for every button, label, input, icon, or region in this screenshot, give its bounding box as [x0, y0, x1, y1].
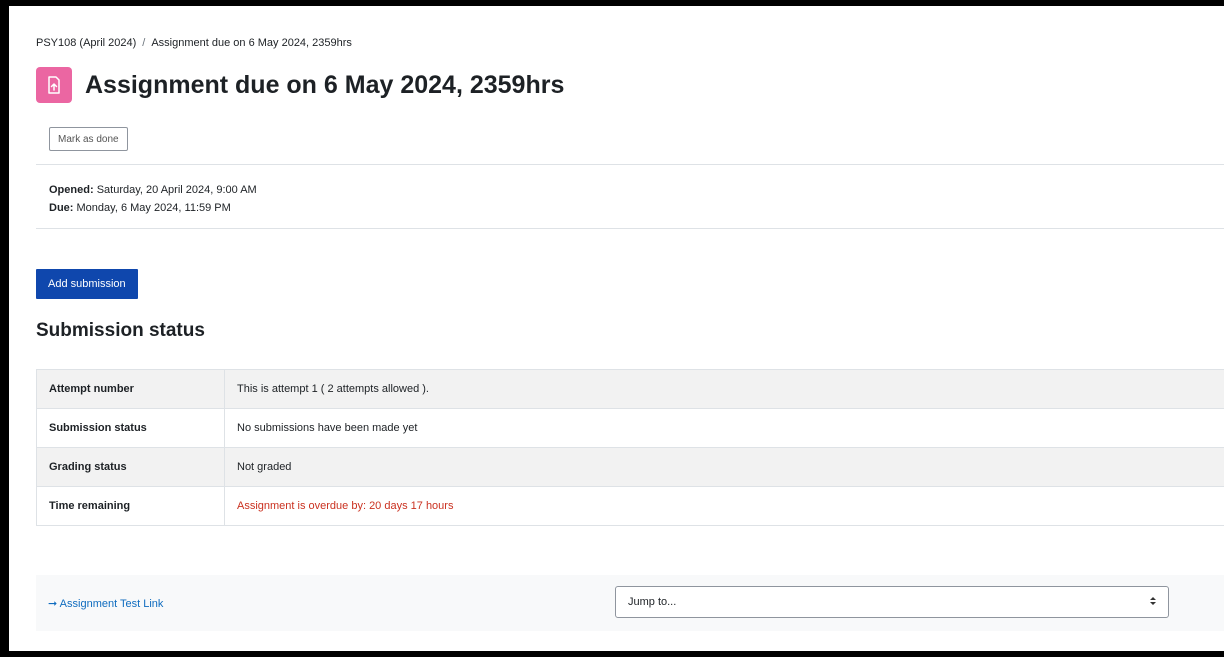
due-date: Due: Monday, 6 May 2024, 11:59 PM	[49, 199, 257, 217]
assignment-upload-icon	[36, 67, 72, 103]
row-key: Grading status	[36, 447, 225, 487]
select-chevron-icon	[1150, 596, 1156, 608]
main-content: PSY108 (April 2024) / Assignment due on 6 …	[36, 6, 1224, 651]
due-value: Monday, 6 May 2024, 11:59 PM	[76, 202, 231, 214]
breadcrumb-separator: /	[142, 37, 146, 49]
submission-status-table: Attempt number This is attempt 1 ( 2 att…	[36, 369, 1224, 526]
overdue-value: Assignment is overdue by: 20 days 17 hou…	[224, 486, 1224, 526]
opened-value: Saturday, 20 April 2024, 9:00 AM	[96, 184, 257, 196]
row-value: No submissions have been made yet	[224, 408, 1224, 448]
row-key: Time remaining	[36, 486, 225, 526]
previous-activity-link[interactable]: ➞ Assignment Test Link	[48, 597, 163, 610]
divider	[36, 228, 1224, 229]
table-row: Grading status Not graded	[36, 447, 1224, 487]
arrow-right-icon: ➞	[48, 598, 58, 610]
page-header: Assignment due on 6 May 2024, 2359hrs	[36, 64, 564, 106]
jump-to-value: Jump to...	[628, 596, 677, 608]
breadcrumb: PSY108 (April 2024) / Assignment due on 6 …	[36, 37, 352, 49]
previous-activity-label: Assignment Test Link	[59, 598, 164, 610]
due-label: Due:	[49, 202, 74, 214]
table-row: Submission status No submissions have be…	[36, 408, 1224, 448]
jump-to-select[interactable]: Jump to...	[615, 586, 1169, 618]
row-key: Submission status	[36, 408, 225, 448]
table-row: Time remaining Assignment is overdue by:…	[36, 486, 1224, 526]
row-key: Attempt number	[36, 369, 225, 409]
divider	[36, 164, 1224, 165]
submission-status-heading: Submission status	[36, 320, 205, 341]
page-title: Assignment due on 6 May 2024, 2359hrs	[85, 70, 565, 99]
opened-label: Opened:	[49, 184, 94, 196]
table-row: Attempt number This is attempt 1 ( 2 att…	[36, 369, 1224, 409]
add-submission-button[interactable]: Add submission	[36, 269, 138, 299]
page-frame: PSY108 (April 2024) / Assignment due on 6 …	[9, 6, 1224, 651]
row-value: This is attempt 1 ( 2 attempts allowed )…	[224, 369, 1224, 409]
mark-as-done-button[interactable]: Mark as done	[49, 127, 128, 151]
breadcrumb-current[interactable]: Assignment due on 6 May 2024, 2359hrs	[151, 37, 352, 49]
opened-date: Opened: Saturday, 20 April 2024, 9:00 AM	[49, 181, 257, 199]
row-value: Not graded	[224, 447, 1224, 487]
breadcrumb-course[interactable]: PSY108 (April 2024)	[36, 37, 136, 49]
activity-dates: Opened: Saturday, 20 April 2024, 9:00 AM…	[49, 181, 257, 217]
activity-navigation: ➞ Assignment Test Link Jump to...	[36, 575, 1224, 631]
